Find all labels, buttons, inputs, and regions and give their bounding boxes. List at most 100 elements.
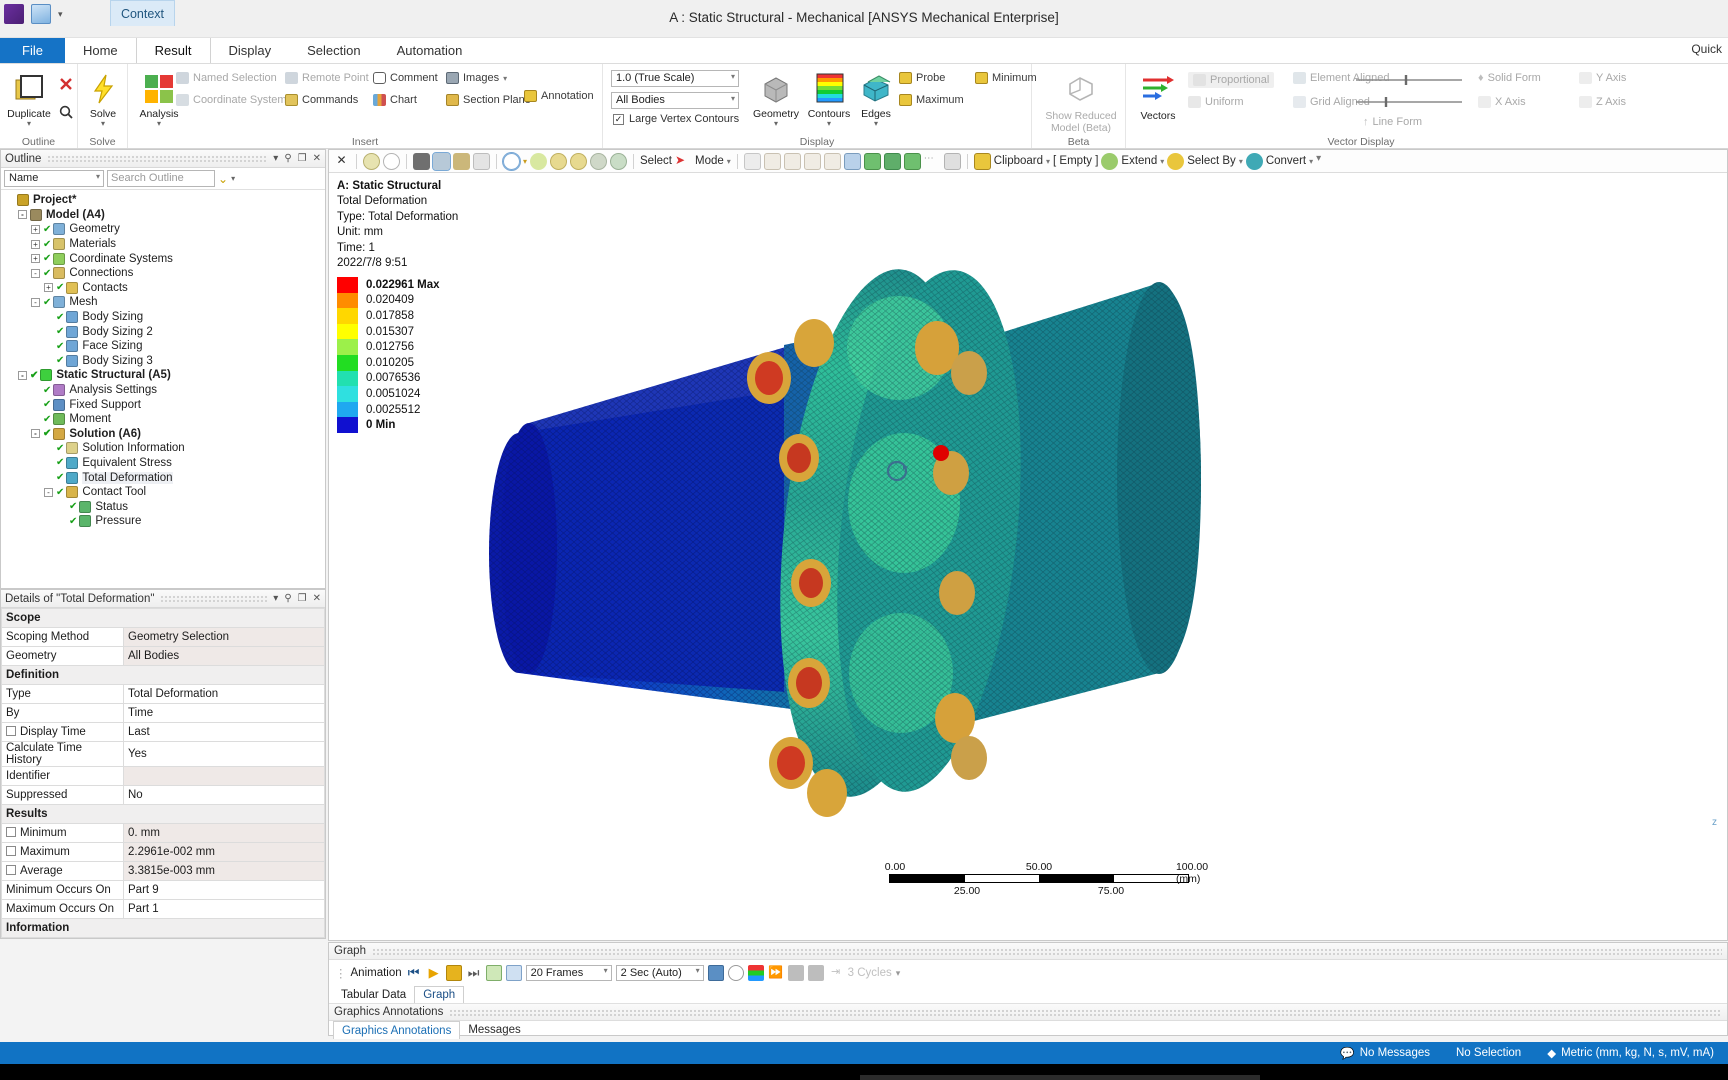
details-value[interactable]: Geometry Selection xyxy=(123,627,325,647)
bodies-combo[interactable]: All Bodies xyxy=(611,92,739,109)
details-row[interactable]: Average 3.3815e-003 mm xyxy=(1,861,325,881)
select-visible-icon[interactable] xyxy=(843,152,861,170)
stop-icon[interactable] xyxy=(445,965,462,981)
probe-button[interactable]: Probe xyxy=(899,72,945,84)
grid-icon[interactable] xyxy=(943,152,961,170)
insert-comment[interactable]: Comment xyxy=(373,72,438,84)
cursor-icon[interactable]: ➤ xyxy=(675,153,692,170)
expand-icon[interactable]: + xyxy=(31,254,40,264)
convert-icon[interactable] xyxy=(1245,152,1263,170)
details-value[interactable]: No xyxy=(123,785,325,805)
bar-chart-icon[interactable] xyxy=(787,965,804,981)
context-tab[interactable]: Context xyxy=(110,0,175,26)
insert-named-selection[interactable]: Named Selection xyxy=(176,72,277,84)
insert-images[interactable]: Images ▾ xyxy=(446,72,507,84)
tree-item-static-structural-a5[interactable]: - ✔ Static Structural (A5) xyxy=(5,368,325,383)
clipboard-label[interactable]: Clipboard xyxy=(994,155,1043,167)
select-mode-label[interactable]: Select xyxy=(640,155,672,167)
tree-item-geometry[interactable]: + ✔ Geometry xyxy=(5,222,325,237)
close-graphics-icon[interactable]: ✕ xyxy=(333,153,350,170)
tab-messages[interactable]: Messages xyxy=(460,1021,528,1039)
play-mode-icon[interactable]: ⏩ xyxy=(768,965,784,981)
details-row[interactable]: Maximum 2.2961e-002 mm xyxy=(1,842,325,862)
details-row[interactable]: Maximum Occurs On Part 1 xyxy=(1,899,325,919)
chevron-down-icon[interactable]: ⌄ xyxy=(218,172,228,186)
insert-coordinate-system[interactable]: Coordinate System xyxy=(176,94,287,106)
chevron-down-icon[interactable]: ▾ xyxy=(0,120,58,128)
chevron-down-icon[interactable]: ▾ xyxy=(1160,157,1164,166)
chevron-down-icon[interactable]: ▾ xyxy=(803,120,855,128)
box-volume-select-icon[interactable] xyxy=(823,152,841,170)
tree-item-fixed-support[interactable]: ✔ Fixed Support xyxy=(5,397,325,412)
zoom-out-icon[interactable] xyxy=(383,152,400,170)
expand-icon[interactable]: + xyxy=(31,224,40,234)
details-value[interactable]: 0. mm xyxy=(123,823,325,843)
duplicate-button[interactable]: Duplicate ▾ xyxy=(0,68,58,128)
skip-to-end-icon[interactable]: ⏭ xyxy=(466,965,482,981)
tree-item-total-deformation[interactable]: ✔ Total Deformation xyxy=(5,470,325,485)
distribute-frames-icon[interactable] xyxy=(485,965,502,981)
select-by-label[interactable]: Select By xyxy=(1187,155,1236,167)
tree-item-body-sizing-3[interactable]: ✔ Body Sizing 3 xyxy=(5,354,325,369)
chevron-down-icon[interactable]: ▾ xyxy=(748,120,804,128)
chevron-down-icon[interactable]: ▾ xyxy=(1239,157,1243,166)
extend-label[interactable]: Extend xyxy=(1121,155,1157,167)
extend-select-icon[interactable] xyxy=(883,152,901,170)
outline-filter-select[interactable]: Name xyxy=(4,170,104,187)
select-mesh-icon[interactable] xyxy=(743,152,761,170)
export-video-icon[interactable] xyxy=(707,965,724,981)
details-row[interactable]: Geometry All Bodies xyxy=(1,646,325,666)
solve-button[interactable]: Solve ▾ xyxy=(74,68,132,128)
details-value[interactable]: Part 9 xyxy=(123,880,325,900)
grid-chart-icon[interactable] xyxy=(807,965,824,981)
panel-menu-icon[interactable]: ▾ xyxy=(273,153,278,164)
graphics-toolbar[interactable]: ✕ ▾ Select ➤ Mode ▾ ⋯ Clipboard ▾ [Empt… xyxy=(329,150,1727,173)
chevron-down-icon[interactable]: ▾ xyxy=(503,74,507,83)
pin-icon[interactable]: ⚲ xyxy=(284,593,291,604)
scale-combo[interactable]: 1.0 (True Scale) xyxy=(611,70,739,87)
collapse-icon[interactable]: - xyxy=(31,297,40,307)
chevron-down-icon[interactable]: ▾ xyxy=(1046,157,1050,166)
select-all-icon[interactable] xyxy=(863,152,881,170)
ribbon-tab-strip[interactable]: File Home Result Display Selection Autom… xyxy=(0,38,1728,64)
details-row[interactable]: By Time xyxy=(1,703,325,723)
copy-view-icon[interactable] xyxy=(473,152,490,170)
uniform-button[interactable]: Uniform xyxy=(1188,96,1244,108)
panel-menu-icon[interactable]: ▾ xyxy=(273,593,278,604)
y-axis-button[interactable]: Y Axis xyxy=(1579,72,1626,84)
status-messages[interactable]: 💬 No Messages xyxy=(1340,1046,1430,1060)
outline-options-icon[interactable]: ▾ xyxy=(231,174,235,183)
single-select-icon[interactable] xyxy=(763,152,781,170)
tab-automation[interactable]: Automation xyxy=(379,38,481,63)
solid-form-button[interactable]: ♦ Solid Form xyxy=(1478,72,1541,84)
next-view-icon[interactable] xyxy=(610,152,628,170)
details-row[interactable]: Identifier xyxy=(1,766,325,786)
collapse-icon[interactable]: - xyxy=(18,370,27,380)
tab-home[interactable]: Home xyxy=(65,38,136,63)
proportional-button[interactable]: Proportional xyxy=(1188,72,1275,88)
search-input[interactable]: Search Outline xyxy=(107,170,215,187)
tab-graphics-annotations[interactable]: Graphics Annotations xyxy=(333,1021,461,1039)
outline-toolbar[interactable]: Name Search Outline ⌄ ▾ xyxy=(1,168,325,190)
previous-view-icon[interactable] xyxy=(590,152,608,170)
frames-combo[interactable]: 20 Frames xyxy=(525,965,612,981)
convert-label[interactable]: Convert xyxy=(1266,155,1306,167)
details-value[interactable]: Yes xyxy=(123,741,325,767)
collapse-icon[interactable]: - xyxy=(44,487,53,497)
tab-display[interactable]: Display xyxy=(211,38,290,63)
vectors-button[interactable]: Vectors xyxy=(1130,70,1186,122)
tree-item-coordinate-systems[interactable]: + ✔ Coordinate Systems xyxy=(5,251,325,266)
tab-graph[interactable]: Graph xyxy=(414,986,465,1003)
camera-icon[interactable] xyxy=(413,152,430,170)
skip-to-start-icon[interactable]: ⏮ xyxy=(406,965,422,981)
duration-combo[interactable]: 2 Sec (Auto) xyxy=(615,965,704,981)
tree-item-status[interactable]: ✔ Status xyxy=(5,499,325,514)
details-value[interactable]: Total Deformation xyxy=(123,684,325,704)
details-row[interactable]: Minimum 0. mm xyxy=(1,823,325,843)
collapse-icon[interactable]: - xyxy=(31,268,40,278)
details-value[interactable]: 2.2961e-002 mm xyxy=(123,842,325,862)
collapse-icon[interactable]: - xyxy=(18,210,27,220)
tree-item-equivalent-stress[interactable]: ✔ Equivalent Stress xyxy=(5,456,325,471)
zoom-to-fit-icon[interactable] xyxy=(432,151,451,171)
tree-item-connections[interactable]: - ✔ Connections xyxy=(5,266,325,281)
